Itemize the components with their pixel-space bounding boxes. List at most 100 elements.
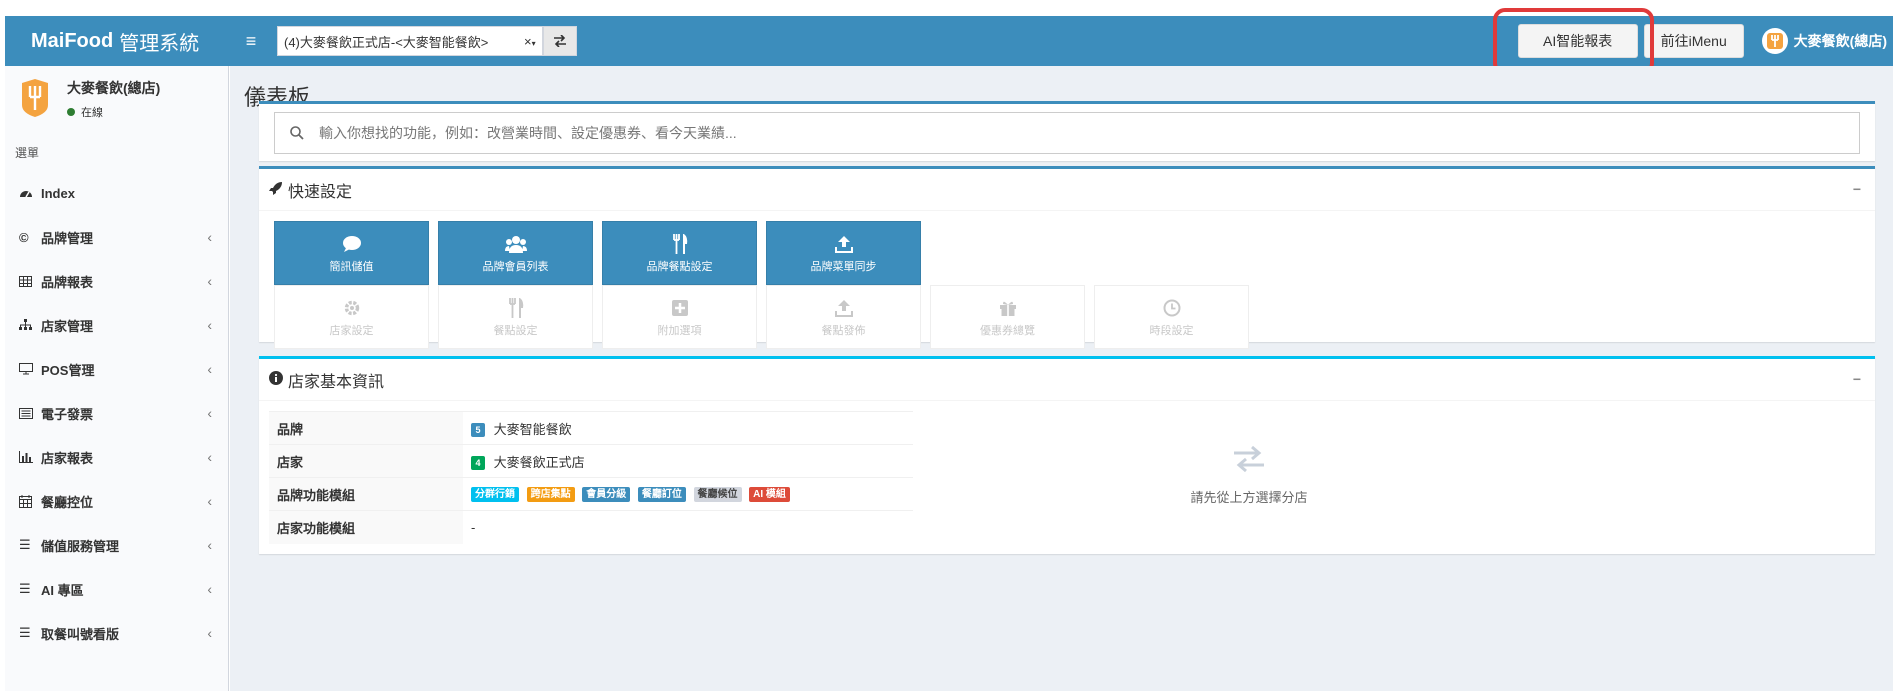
tile-brand-menu-sync[interactable]: 品牌菜單同步 (766, 221, 921, 285)
chevron-left-icon: ‹ (207, 405, 212, 421)
brand-value-cell: 5 大麥智能餐飲 (463, 411, 913, 445)
store-modules-value: - (463, 510, 913, 544)
store-info-title: 店家基本資訊 (288, 373, 385, 391)
avatar (1761, 28, 1788, 54)
module-tag: 餐廳候位 (693, 487, 742, 503)
tile-add-options: 附加選項 (602, 285, 757, 349)
brand-key: 品牌 (269, 411, 463, 445)
bars-icon: ☰ (19, 537, 31, 552)
sidebar-item-brand-management[interactable]: © 品牌管理 ‹ (5, 215, 228, 259)
quick-settings-box: 快速設定 − 簡訊儲值 品牌會員列表 品牌餐點設定 品牌菜單同步 店家設定 餐點… (259, 166, 1875, 349)
brand-modules-cell: 分群行銷 跨店集點 會員分級 餐廳訂位 餐廳候位 AI 模組 (463, 477, 913, 511)
dashboard-icon (19, 187, 39, 199)
chevron-left-icon: ‹ (207, 493, 212, 509)
cutlery-icon (672, 233, 688, 255)
collapse-quick-button[interactable]: − (1853, 181, 1861, 197)
store-select[interactable]: (4)大麥餐飲正式店-<大麥智能餐飲> ×▾ (277, 26, 543, 56)
gift-icon (999, 297, 1017, 319)
sidebar-user-name: 大麥餐飲(總店) (67, 80, 161, 96)
sidebar-item-ai-zone[interactable]: ☰ AI 專區 ‹ (5, 567, 228, 611)
sidebar-item-pickup-board[interactable]: ☰ 取餐叫號看版 ‹ (5, 611, 228, 655)
store-value-cell: 4 大麥餐飲正式店 (463, 444, 913, 478)
invoice-icon (19, 407, 39, 419)
bar-chart-icon (19, 451, 39, 463)
clock-icon (1163, 297, 1181, 319)
module-tag: 餐廳訂位 (637, 487, 686, 503)
store-modules-key: 店家功能模組 (269, 510, 463, 544)
user-panel: 大麥餐飲(總店) 在線 (5, 66, 228, 132)
copyright-icon: © (19, 229, 29, 245)
sidebar-menu: Index © 品牌管理 ‹ 品牌報表 ‹ 店家管理 ‹ POS管理 ‹ 電子發… (5, 171, 228, 655)
sitemap-icon (19, 319, 39, 331)
menu-header: 選單 (15, 146, 40, 160)
store-info-box: 店家基本資訊 − 品牌 5 大麥智能餐飲 店家 4 大麥餐飲正式店 品牌功能模組 (259, 356, 1875, 554)
chevron-left-icon: ‹ (207, 625, 212, 641)
users-icon (504, 233, 527, 255)
user-menu[interactable]: 大麥餐飲(總店) (1761, 28, 1893, 54)
collapse-store-info-button[interactable]: − (1853, 371, 1861, 387)
tile-time-settings: 時段設定 (1094, 285, 1249, 349)
desktop-icon (19, 363, 39, 375)
menu-toggle-icon[interactable]: ≡ (231, 16, 271, 66)
tile-store-settings: 店家設定 (274, 285, 429, 349)
quick-settings-header: 快速設定 − (259, 169, 1875, 211)
chevron-left-icon: ‹ (207, 449, 212, 465)
placeholder-text: 請先從上方選擇分店 (1190, 490, 1308, 505)
cutlery-icon (508, 297, 524, 319)
table-icon (19, 275, 39, 287)
sidebar-item-store-report[interactable]: 店家報表 ‹ (5, 435, 228, 479)
app-brand[interactable]: MaiFood 管理系統 (5, 16, 231, 66)
brand-logo (15, 76, 55, 120)
table-row: 店家功能模組 - (269, 510, 913, 544)
chevron-left-icon: ‹ (207, 581, 212, 597)
exchange-icon (554, 35, 566, 47)
online-dot-icon (67, 108, 75, 116)
online-status: 在線 (67, 104, 160, 120)
upload-icon (834, 297, 853, 319)
user-name: 大麥餐飲(總店) (1793, 33, 1887, 49)
search-field[interactable] (274, 112, 1860, 154)
bars-icon: ☰ (19, 625, 31, 640)
sidebar-item-brand-report[interactable]: 品牌報表 ‹ (5, 259, 228, 303)
goto-imenu-button[interactable]: 前往iMenu (1643, 24, 1744, 58)
tile-meal-publish: 餐點發佈 (766, 285, 921, 349)
fork-logo-icon (22, 79, 48, 117)
module-tag: AI 模組 (749, 487, 790, 503)
tile-brand-meal-settings[interactable]: 品牌餐點設定 (602, 221, 757, 285)
store-info-table: 品牌 5 大麥智能餐飲 店家 4 大麥餐飲正式店 品牌功能模組 分群行銷 跨店集… (269, 411, 913, 544)
tile-meal-settings: 餐點設定 (438, 285, 593, 349)
brand-bold: MaiFood (31, 29, 114, 52)
quick-settings-title: 快速設定 (288, 183, 353, 201)
swap-store-button[interactable] (543, 26, 577, 56)
clear-select-icon[interactable]: ×▾ (524, 34, 542, 49)
search-input[interactable] (319, 125, 1859, 141)
brand-rest: 管理系統 (119, 32, 200, 55)
content-area: 儀表板 快速設定 − 簡訊儲值 品牌會員列表 (230, 66, 1893, 691)
chevron-left-icon: ‹ (207, 317, 212, 333)
tile-coupon-overview: 優惠券總覽 (930, 285, 1085, 349)
sidebar: 大麥餐飲(總店) 在線 選單 Index © 品牌管理 ‹ 品牌報表 ‹ 店家管… (5, 66, 229, 691)
sidebar-item-restaurant-seating[interactable]: 餐廳控位 ‹ (5, 479, 228, 523)
sidebar-item-store-management[interactable]: 店家管理 ‹ (5, 303, 228, 347)
module-tag: 跨店集點 (526, 487, 575, 503)
store-info-header: 店家基本資訊 − (259, 359, 1875, 401)
module-tag: 分群行銷 (471, 487, 519, 503)
comment-icon (342, 233, 362, 255)
calendar-icon (19, 494, 39, 508)
fork-logo-icon (1766, 33, 1783, 49)
sidebar-item-pos-management[interactable]: POS管理 ‹ (5, 347, 228, 391)
store-select-value: (4)大麥餐飲正式店-<大麥智能餐飲> (284, 34, 489, 50)
sidebar-item-e-invoice[interactable]: 電子發票 ‹ (5, 391, 228, 435)
table-row: 店家 4 大麥餐飲正式店 (269, 444, 913, 478)
sidebar-item-index[interactable]: Index (5, 171, 228, 215)
chevron-left-icon: ‹ (207, 229, 212, 245)
store-id-badge: 4 (471, 456, 485, 471)
exchange-icon (1232, 445, 1266, 475)
sidebar-item-stored-value[interactable]: ☰ 儲值服務管理 ‹ (5, 523, 228, 567)
tile-sms-topup[interactable]: 簡訊儲值 (274, 221, 429, 285)
gear-icon (343, 297, 361, 319)
table-row: 品牌 5 大麥智能餐飲 (269, 411, 913, 445)
tile-brand-member-list[interactable]: 品牌會員列表 (438, 221, 593, 285)
search-icon (275, 126, 319, 140)
store-value: 大麥餐飲正式店 (493, 454, 585, 470)
